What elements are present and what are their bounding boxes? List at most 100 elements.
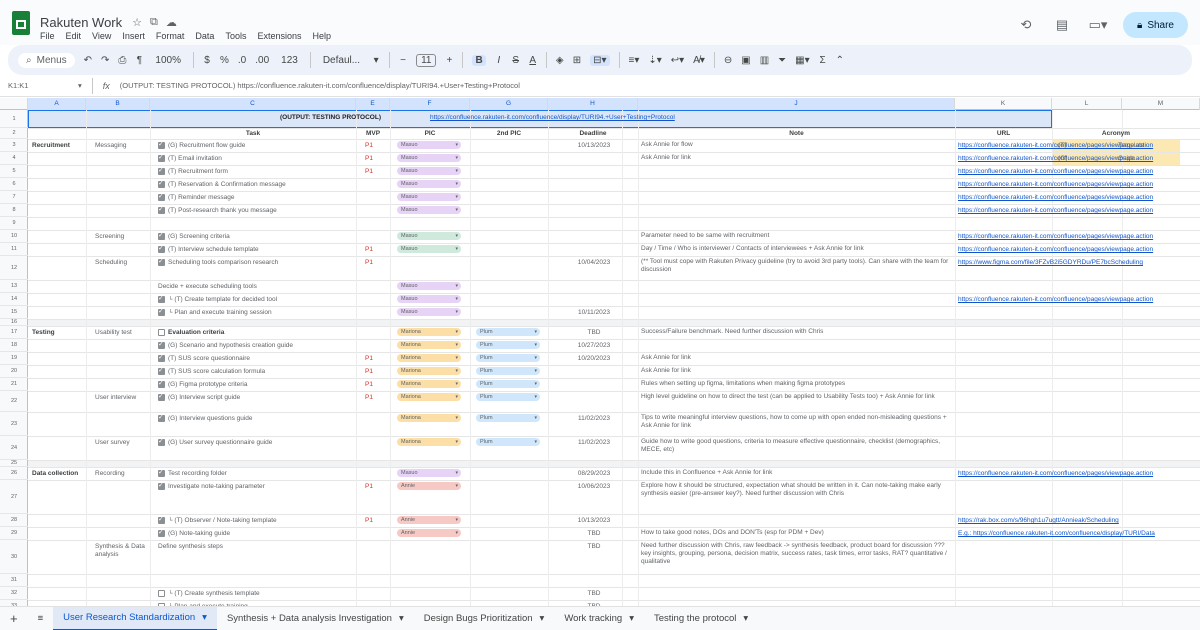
bold-icon[interactable]: B [472, 54, 486, 66]
insert-comment-icon[interactable]: ▣ [741, 55, 750, 66]
url-link[interactable]: https://confluence.rakuten-it.com/conflu… [958, 233, 1200, 242]
column-header-g[interactable]: G [470, 98, 548, 110]
sheet-tab-user-research[interactable]: User Research Standardization ▾ [53, 606, 217, 630]
url-link[interactable]: https://rak.box.com/s/96hgh1u7ugtt/Annie… [958, 517, 1200, 526]
pic-chip[interactable]: Masuo [397, 295, 461, 303]
strikethrough-icon[interactable]: S [512, 55, 520, 66]
move-folder-icon[interactable]: ⧉ [150, 16, 158, 29]
comments-icon[interactable]: ▤ [1051, 14, 1073, 36]
column-header-b[interactable]: B [86, 98, 150, 110]
task-checkbox[interactable] [158, 205, 165, 214]
pic-chip[interactable]: Masuo [397, 167, 461, 175]
second-pic-chip[interactable]: Plum [476, 341, 540, 349]
menu-view[interactable]: View [92, 31, 111, 41]
column-header-h[interactable]: H [548, 98, 638, 110]
insert-chart-icon[interactable]: ▥ [760, 55, 769, 66]
pic-chip[interactable]: Masuo [397, 245, 461, 253]
menu-format[interactable]: Format [156, 31, 185, 41]
task-checkbox[interactable] [158, 590, 165, 597]
text-wrap-icon[interactable]: ↩▾ [671, 55, 684, 66]
task-checkbox[interactable] [158, 244, 165, 253]
filter-views-icon[interactable]: ▦▾ [795, 55, 809, 66]
url-link[interactable]: https://confluence.rakuten-it.com/conflu… [958, 246, 1200, 255]
menu-tools[interactable]: Tools [225, 31, 246, 41]
percent-format-button[interactable]: % [220, 55, 229, 66]
paint-format-icon[interactable]: ¶ [135, 55, 143, 66]
second-pic-chip[interactable]: Plum [476, 367, 540, 375]
font-size-decrease-button[interactable]: − [399, 55, 407, 66]
column-header-c[interactable]: C [150, 98, 356, 110]
url-link[interactable]: https://confluence.rakuten-it.com/conflu… [958, 168, 1200, 177]
task-checkbox[interactable] [158, 192, 165, 201]
url-link[interactable]: https://confluence.rakuten-it.com/conflu… [958, 207, 1200, 216]
url-link[interactable]: https://confluence.rakuten-it.com/conflu… [958, 296, 1200, 305]
redo-icon[interactable]: ↷ [101, 55, 109, 66]
task-checkbox[interactable] [158, 140, 165, 149]
pic-chip[interactable]: Masuo [397, 193, 461, 201]
menu-extensions[interactable]: Extensions [257, 31, 301, 41]
font-size-input[interactable]: 11 [416, 53, 437, 67]
more-options-icon[interactable]: ⌃ [836, 55, 844, 66]
horizontal-align-icon[interactable]: ≡▾ [629, 55, 640, 66]
url-link[interactable]: https://confluence.rakuten-it.com/conflu… [958, 181, 1200, 190]
merge-cells-icon[interactable]: ⊟▾ [590, 54, 610, 66]
document-title[interactable]: Rakuten Work [40, 15, 122, 30]
menu-file[interactable]: File [40, 31, 55, 41]
url-link[interactable]: https://confluence.rakuten-it.com/conflu… [958, 194, 1200, 203]
number-format-select[interactable]: 123 [278, 55, 301, 66]
select-all-corner[interactable] [0, 98, 28, 110]
pic-chip[interactable]: Annie [397, 529, 461, 537]
formula-input[interactable]: (OUTPUT: TESTING PROTOCOL) https://confl… [120, 81, 520, 90]
name-box[interactable]: K1:K1 [8, 81, 68, 90]
column-header-a[interactable]: A [28, 98, 86, 110]
second-pic-chip[interactable]: Plum [476, 354, 540, 362]
menu-edit[interactable]: Edit [66, 31, 82, 41]
task-checkbox[interactable] [158, 515, 165, 524]
sheets-logo-icon[interactable] [12, 10, 30, 35]
task-checkbox[interactable] [158, 468, 165, 477]
text-rotation-icon[interactable]: A̸▾ [693, 55, 705, 66]
task-checkbox[interactable] [158, 413, 165, 422]
pic-chip[interactable]: Mariona [397, 367, 461, 375]
task-checkbox[interactable] [158, 294, 165, 303]
star-icon[interactable]: ☆ [132, 16, 142, 29]
pic-chip[interactable]: Mariona [397, 341, 461, 349]
sheet-tab-work-tracking[interactable]: Work tracking ▾ [554, 607, 644, 630]
menus-search[interactable]: ⌕ Menus [18, 52, 75, 68]
column-header-l[interactable]: L [1052, 98, 1122, 110]
second-pic-chip[interactable]: Plum [476, 414, 540, 422]
cloud-status-icon[interactable]: ☁ [166, 16, 177, 29]
second-pic-chip[interactable]: Plum [476, 393, 540, 401]
chevron-down-icon[interactable]: ▾ [78, 81, 82, 90]
vertical-align-icon[interactable]: ⇣▾ [648, 55, 661, 66]
share-button[interactable]: 🔒︎ Share [1122, 12, 1188, 38]
pic-chip[interactable]: Masuo [397, 282, 461, 290]
borders-icon[interactable]: ⊞ [573, 55, 581, 66]
meet-icon[interactable]: ▭▾ [1087, 14, 1109, 36]
insert-link-icon[interactable]: ⊖ [724, 55, 732, 66]
sheet-tab-synthesis[interactable]: Synthesis + Data analysis Investigation ▾ [217, 607, 414, 630]
pic-chip[interactable]: Masuo [397, 469, 461, 477]
task-checkbox[interactable] [158, 392, 165, 401]
sheet-tab-testing-protocol[interactable]: Testing the protocol ▾ [644, 607, 758, 630]
menu-help[interactable]: Help [312, 31, 331, 41]
pic-chip[interactable]: Mariona [397, 393, 461, 401]
url-link[interactable]: https://confluence.rakuten-it.com/conflu… [958, 470, 1200, 479]
second-pic-chip[interactable]: Plum [476, 438, 540, 446]
cells-area[interactable]: (OUTPUT: TESTING PROTOCOL) https://conflu… [0, 110, 1200, 606]
task-checkbox[interactable] [158, 437, 165, 446]
pic-chip[interactable]: Masuo [397, 141, 461, 149]
pic-chip[interactable]: Masuo [397, 308, 461, 316]
pic-chip[interactable]: Annie [397, 516, 461, 524]
task-checkbox[interactable] [158, 528, 165, 537]
currency-format-button[interactable]: $ [203, 55, 211, 66]
task-checkbox[interactable] [158, 166, 165, 175]
font-size-increase-button[interactable]: + [445, 55, 453, 66]
task-checkbox[interactable] [158, 179, 165, 188]
pic-chip[interactable]: Annie [397, 482, 461, 490]
increase-decimal-button[interactable]: .00 [255, 55, 269, 66]
task-checkbox[interactable] [158, 307, 165, 316]
pic-chip[interactable]: Mariona [397, 414, 461, 422]
chevron-down-icon[interactable]: ▾ [372, 55, 380, 66]
functions-icon[interactable]: Σ [819, 55, 827, 66]
